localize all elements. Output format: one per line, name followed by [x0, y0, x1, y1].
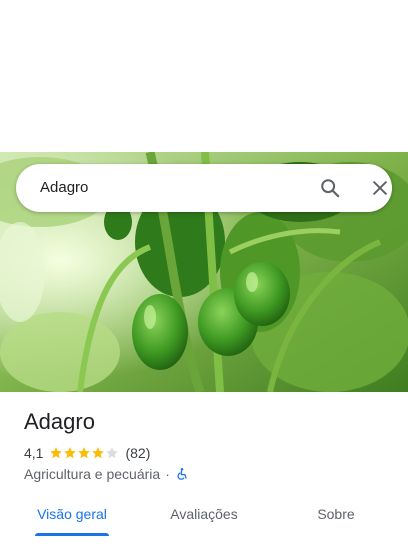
- search-icon[interactable]: [319, 177, 341, 199]
- review-count[interactable]: (82): [125, 445, 150, 461]
- tab-overview[interactable]: Visão geral: [24, 494, 120, 534]
- close-icon[interactable]: [370, 178, 390, 198]
- rating-value: 4,1: [24, 445, 44, 461]
- active-tab-indicator: [35, 533, 109, 536]
- map-blank-area: [0, 0, 408, 152]
- place-title: Adagro: [24, 409, 95, 434]
- tab-bar: Visão geral Avaliações Sobre: [0, 494, 408, 540]
- category-row: Agricultura e pecuária ·: [24, 465, 189, 483]
- star-full-icon: [64, 447, 77, 459]
- rating-row[interactable]: 4,1 (82): [24, 444, 150, 462]
- place-category[interactable]: Agricultura e pecuária: [24, 466, 160, 482]
- star-empty-icon: [106, 447, 119, 459]
- wheelchair-accessible-icon: [177, 468, 187, 480]
- separator-dot: ·: [165, 466, 170, 482]
- search-bar[interactable]: Adagro: [16, 164, 392, 212]
- tab-about[interactable]: Sobre: [288, 494, 384, 534]
- tab-reviews[interactable]: Avaliações: [156, 494, 252, 534]
- rating-stars: [49, 446, 119, 460]
- star-full-icon: [78, 447, 91, 459]
- star-full-icon: [50, 447, 63, 459]
- search-input[interactable]: Adagro: [40, 164, 88, 212]
- star-full-icon: [92, 447, 105, 459]
